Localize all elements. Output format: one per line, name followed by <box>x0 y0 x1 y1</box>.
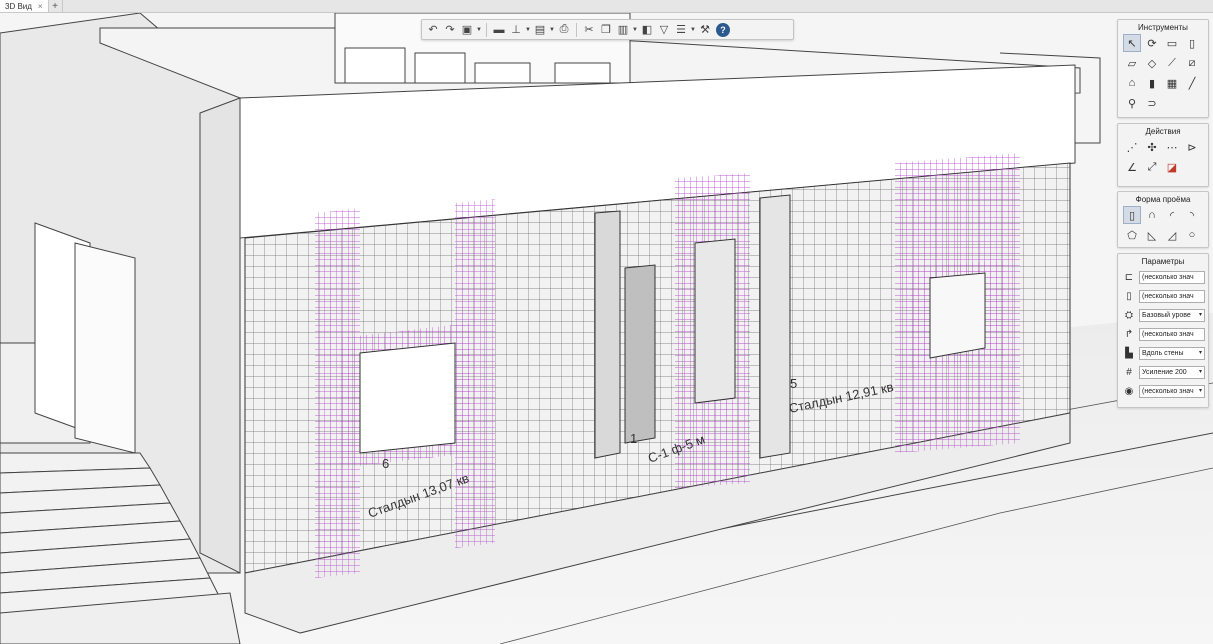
chevron-down-icon: ▾ <box>1198 312 1202 318</box>
cut-icon[interactable]: ✂ <box>581 22 597 38</box>
room-number: 5 <box>790 376 797 391</box>
rotate-icon[interactable]: ⟳ <box>1143 34 1161 52</box>
actions-panel: Действия ⋰ ✣ ⋯ ⊳ ∠ ⤢ ◪ <box>1117 123 1209 187</box>
tab-strip: 3D Вид × + <box>0 0 1213 13</box>
shape-trapezoid-icon[interactable]: ◺ <box>1143 226 1161 244</box>
slab-icon[interactable]: ▱ <box>1123 54 1141 72</box>
tab-label: 3D Вид <box>5 1 32 11</box>
shape-rectangle-icon[interactable]: ▯ <box>1123 206 1141 224</box>
reinforcement-select[interactable]: Усиление 200 ▾ <box>1139 366 1205 379</box>
window-icon[interactable]: ▦ <box>1163 74 1181 92</box>
offset-field[interactable]: (несколько знач <box>1139 328 1205 341</box>
chevron-down-icon: ▾ <box>1198 369 1202 375</box>
chevron-down-icon: ▾ <box>1198 350 1202 356</box>
angle-icon[interactable]: ∠ <box>1123 158 1141 176</box>
param-offset: ↱ (несколько знач <box>1118 325 1208 344</box>
undo-icon[interactable]: ↶ <box>425 22 441 38</box>
reinforcement-icon: # <box>1126 367 1132 378</box>
separator <box>486 22 487 37</box>
placement-select[interactable]: Вдоль стены ▾ <box>1139 347 1205 360</box>
beam-icon[interactable]: ⟋ <box>1163 54 1181 72</box>
instruments-panel: Инструменты ↖ ⟳ ▭ ▯ ▱ ◇ ⟋ ⧄ ⌂ ▮ ▦ ╱ ⚲ ⊃ <box>1117 19 1209 118</box>
level-select[interactable]: Базовый урове ▾ <box>1139 309 1205 322</box>
tab-3d-view[interactable]: 3D Вид × <box>0 0 49 12</box>
copy-icon[interactable]: ❐ <box>598 22 614 38</box>
redo-icon[interactable]: ↷ <box>442 22 458 38</box>
stretch-icon[interactable]: ⤢ <box>1143 158 1161 176</box>
shape-quarter-arch-icon[interactable]: ◜ <box>1163 206 1181 224</box>
opening-icon[interactable]: ⊃ <box>1143 94 1161 112</box>
column-icon[interactable]: ▯ <box>1183 34 1201 52</box>
chevron-down-icon[interactable]: ▼ <box>525 27 531 33</box>
offset-icon: ↱ <box>1124 329 1134 340</box>
print-icon[interactable]: ⎙ <box>556 22 572 38</box>
filter-icon[interactable]: ▽ <box>656 22 672 38</box>
chevron-down-icon: ▾ <box>1198 388 1202 394</box>
3d-scene[interactable]: Сталдын 13,07 кв Сталдын 12,91 кв С-1 ф-… <box>0 13 1213 644</box>
stair-icon[interactable]: ⚲ <box>1123 94 1141 112</box>
shape-bevel-icon[interactable]: ◿ <box>1163 226 1181 244</box>
chevron-down-icon[interactable]: ▼ <box>690 27 696 33</box>
separator <box>576 22 577 37</box>
spread-icon[interactable]: ✣ <box>1143 138 1161 156</box>
layers-icon[interactable]: ☰ <box>673 22 689 38</box>
material-icon: ◉ <box>1124 386 1134 397</box>
placement-icon: ▙ <box>1125 348 1133 359</box>
rectangle-icon[interactable]: ▭ <box>1163 34 1181 52</box>
view-icon[interactable]: ▣ <box>459 22 475 38</box>
shape-quarter-arch-right-icon[interactable]: ◝ <box>1183 206 1201 224</box>
help-icon[interactable]: ? <box>716 22 730 37</box>
chevron-down-icon[interactable]: ▼ <box>632 27 638 33</box>
add-tab-button[interactable]: + <box>49 0 63 12</box>
level-icon: ⛭ <box>1125 310 1133 321</box>
width-field[interactable]: (несколько знач <box>1139 271 1205 284</box>
chevron-down-icon[interactable]: ▼ <box>476 27 482 33</box>
select-arrow-icon[interactable]: ↖ <box>1123 34 1141 52</box>
shape-pentagon-icon[interactable]: ⬠ <box>1123 226 1141 244</box>
mirror-icon[interactable]: ⊳ <box>1183 138 1201 156</box>
settings-wrench-icon[interactable]: ⚒ <box>697 22 713 38</box>
panel-title: Инструменты <box>1138 23 1188 32</box>
room-number: 1 <box>630 431 637 446</box>
section-icon[interactable]: ◧ <box>639 22 655 38</box>
bar-icon[interactable]: ⧄ <box>1183 54 1201 72</box>
param-reinforcement: # Усиление 200 ▾ <box>1118 363 1208 382</box>
param-level: ⛭ Базовый урове ▾ <box>1118 306 1208 325</box>
move-points-icon[interactable]: ⋰ <box>1123 138 1141 156</box>
height-icon: ▯ <box>1126 291 1132 302</box>
panel-title: Действия <box>1145 127 1181 136</box>
panel-title: Параметры <box>1141 257 1185 266</box>
height-field[interactable]: (несколько знач <box>1139 290 1205 303</box>
param-width: ⊏ (несколько знач <box>1118 268 1208 287</box>
line-icon[interactable]: ╱ <box>1183 74 1201 92</box>
material-select[interactable]: (несколько знач ▾ <box>1139 385 1205 398</box>
room-number: 6 <box>382 456 389 471</box>
paste-icon[interactable]: ▥ <box>615 22 631 38</box>
document-icon[interactable]: ▤ <box>532 22 548 38</box>
param-placement: ▙ Вдоль стены ▾ <box>1118 344 1208 363</box>
width-icon: ⊏ <box>1124 272 1134 283</box>
split-icon[interactable]: ◪ <box>1163 158 1181 176</box>
close-icon[interactable]: × <box>38 2 43 11</box>
door-icon[interactable]: ▮ <box>1143 74 1161 92</box>
panel-title: Форма проёма <box>1135 195 1191 204</box>
shape-circle-icon[interactable]: ○ <box>1183 226 1201 244</box>
roof-icon[interactable]: ⌂ <box>1123 74 1141 92</box>
rebar-cage-right <box>895 153 1020 453</box>
plane-icon[interactable]: ◇ <box>1143 54 1161 72</box>
quick-toolbar: ↶ ↷ ▣ ▼ ▬ ⊥ ▼ ▤ ▼ ⎙ ✂ ❐ ▥ ▼ ◧ ▽ ☰ ▼ ⚒ ? <box>421 19 794 40</box>
chevron-down-icon[interactable]: ▼ <box>549 27 555 33</box>
3d-viewport[interactable]: Сталдын 13,07 кв Сталдын 12,91 кв С-1 ф-… <box>0 13 1213 644</box>
param-height: ▯ (несколько знач <box>1118 287 1208 306</box>
plumb-icon[interactable]: ⊥ <box>508 22 524 38</box>
parameters-panel: Параметры ⊏ (несколько знач ▯ (несколько… <box>1117 253 1209 408</box>
dots-icon[interactable]: ⋯ <box>1163 138 1181 156</box>
param-material: ◉ (несколько знач ▾ <box>1118 382 1208 401</box>
opening-shape-panel: Форма проёма ▯ ∩ ◜ ◝ ⬠ ◺ ◿ ○ <box>1117 191 1209 248</box>
shape-arch-icon[interactable]: ∩ <box>1143 206 1161 224</box>
layer-icon[interactable]: ▬ <box>491 22 507 38</box>
